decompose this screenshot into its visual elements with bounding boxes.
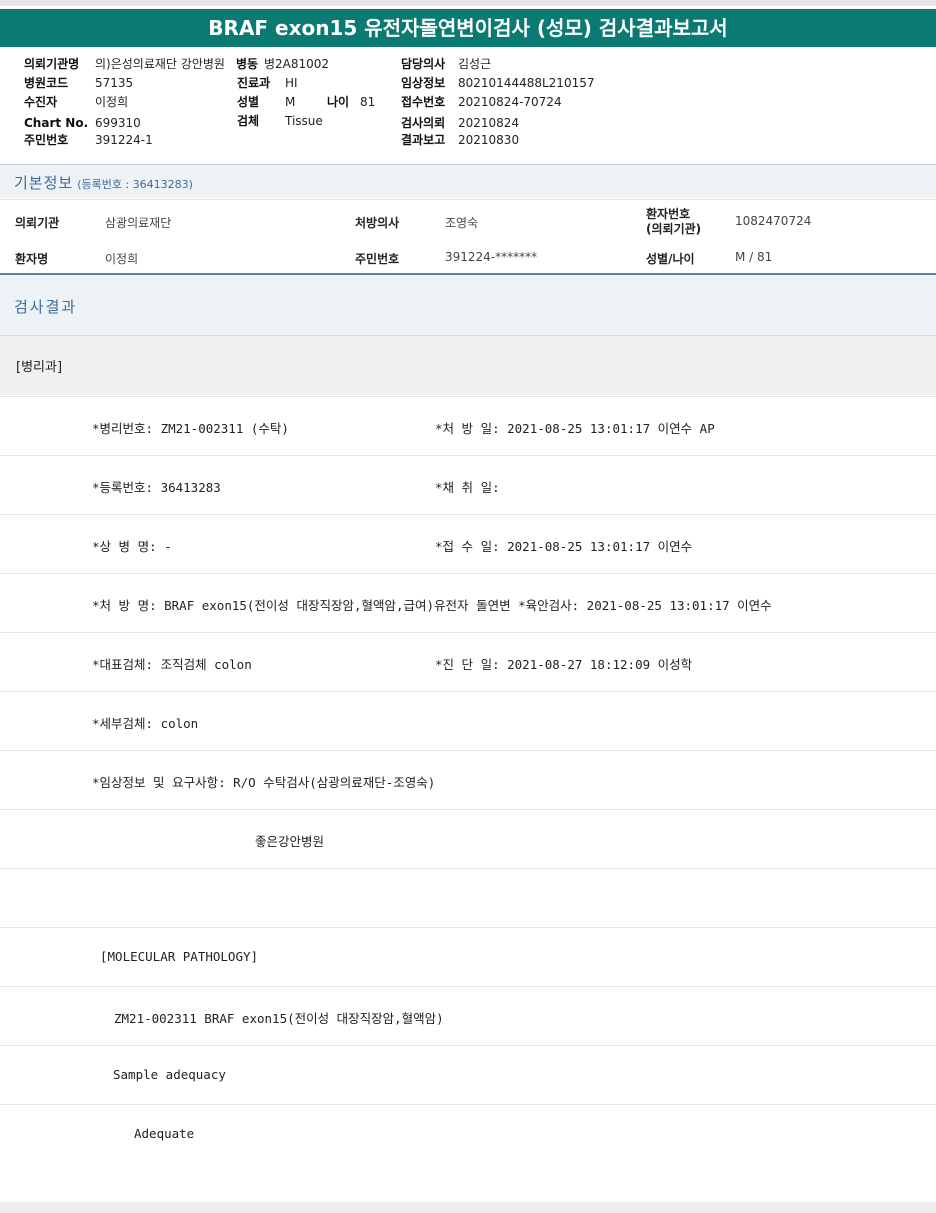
result-right-text: *접 수 일: 2021-08-25 13:01:17 이연수: [435, 539, 693, 554]
result-left-text: *상 병 명: -: [92, 539, 172, 554]
test-req-label: 검사의뢰: [401, 116, 446, 130]
sex-value: M: [285, 95, 296, 109]
result-row: *상 병 명: - *접 수 일: 2021-08-25 13:01:17 이연수: [0, 514, 936, 573]
report-date-value: 20210830: [458, 133, 520, 147]
hosp-code-value: 57135: [95, 76, 134, 90]
presc-value: 조영숙: [445, 216, 479, 230]
chart-label: Chart No.: [24, 116, 89, 130]
age-label: 나이: [327, 95, 350, 109]
sexage-label: 성별/나이: [646, 252, 695, 266]
result-row: *등록번호: 36413283 *채 취 일:: [0, 455, 936, 514]
req-org-value: 의)은성의료재단 강안병원: [95, 57, 225, 71]
patient-no-sublabel: (의뢰기관): [646, 222, 702, 236]
result-row: *세부검체: colon: [0, 691, 936, 750]
result-left-text: ZM21-002311 BRAF exon15(전이성 대장직장암,혈액암): [114, 1011, 444, 1026]
req-org-label: 의뢰기관명: [24, 57, 80, 71]
result-left-text: *처 방 명: BRAF exon15(전이성 대장직장암,혈액암,급여)유전자…: [92, 598, 772, 613]
dept-value: HI: [285, 76, 298, 90]
result-row: 좋은강안병원: [0, 809, 936, 868]
result-row: *병리번호: ZM21-002311 (수탁) *처 방 일: 2021-08-2…: [0, 396, 936, 455]
report-title: BRAF exon15 유전자돌연변이검사 (성모) 검사결과보고서: [0, 9, 936, 47]
basic-info-title-text: 기본정보: [14, 174, 74, 192]
result-left-text: *등록번호: 36413283: [92, 480, 221, 495]
sexage-value: M / 81: [735, 250, 773, 264]
result-left-text: *임상정보 및 요구사항: R/O 수탁검사(삼광의료재단-조영숙): [92, 775, 436, 790]
name-label: 환자명: [15, 252, 49, 266]
test-req-value: 20210824: [458, 116, 520, 130]
chart-value: 699310: [95, 116, 141, 130]
age-value: 81: [360, 95, 376, 109]
dept-label: 진료과: [237, 76, 271, 90]
result-row: [MOLECULAR PATHOLOGY]: [0, 927, 936, 986]
patient-label: 수진자: [24, 95, 58, 109]
result-right-text: *진 단 일: 2021-08-27 18:12:09 이성학: [435, 657, 693, 672]
result-row: [0, 868, 936, 927]
results-header: 검사결과: [0, 275, 936, 336]
patient-no-value: 1082470724: [735, 214, 812, 228]
basic-info-row-1: 의뢰기관 삼광의료재단 처방의사 조영숙 환자번호 (의뢰기관) 1082470…: [0, 199, 936, 245]
result-row: *처 방 명: BRAF exon15(전이성 대장직장암,혈액암,급여)유전자…: [0, 573, 936, 632]
report-header: 의뢰기관명 의)은성의료재단 강안병원 병동 병2A81002 담당의사 김성근…: [0, 47, 936, 165]
department-row: [병리과]: [0, 336, 936, 395]
result-row: Adequate: [0, 1104, 936, 1163]
org-label: 의뢰기관: [15, 216, 60, 230]
registration-number: (등록번호 : 36413283): [77, 178, 193, 191]
results-title: 검사결과: [14, 298, 78, 316]
result-left-text: *병리번호: ZM21-002311 (수탁): [92, 421, 289, 436]
basic-info-title: 기본정보 (등록번호 : 36413283): [14, 172, 193, 193]
basic-rrn-label: 주민번호: [355, 252, 400, 266]
department-label: [병리과]: [16, 360, 63, 375]
rrn-value: 391224-1: [95, 133, 153, 147]
result-right-text: *처 방 일: 2021-08-25 13:01:17 이연수 AP: [435, 421, 715, 436]
receipt-value: 20210824-70724: [458, 95, 562, 109]
result-row: ZM21-002311 BRAF exon15(전이성 대장직장암,혈액암): [0, 986, 936, 1045]
basic-info-header: 기본정보 (등록번호 : 36413283): [0, 165, 936, 198]
result-row: *대표검체: 조직검체 colon *진 단 일: 2021-08-27 18:1…: [0, 632, 936, 691]
presc-label: 처방의사: [355, 216, 400, 230]
result-left-text: 좋은강안병원: [255, 834, 325, 849]
patient-value: 이정희: [95, 95, 129, 109]
receipt-label: 접수번호: [401, 95, 446, 109]
result-right-text: *채 취 일:: [435, 480, 500, 495]
org-value: 삼광의료재단: [105, 216, 172, 230]
basic-info-row-2: 환자명 이정희 주민번호 391224-******* 성별/나이 M / 81: [0, 244, 936, 273]
result-left-text: Adequate: [134, 1126, 195, 1141]
ward-label: 병동: [236, 57, 259, 71]
result-left-text: *세부검체: colon: [92, 716, 199, 731]
bottom-border: [0, 1202, 936, 1213]
sex-label: 성별: [237, 95, 260, 109]
report-date-label: 결과보고: [401, 133, 446, 147]
rrn-label: 주민번호: [24, 133, 69, 147]
doctor-value: 김성근: [458, 57, 492, 71]
result-row: Sample adequacy: [0, 1045, 936, 1104]
result-left-text: *대표검체: 조직검체 colon: [92, 657, 252, 672]
specimen-value: Tissue: [285, 114, 323, 128]
result-left-text: [MOLECULAR PATHOLOGY]: [100, 949, 259, 964]
hosp-code-label: 병원코드: [24, 76, 69, 90]
doctor-label: 담당의사: [401, 57, 446, 71]
top-border: [0, 0, 936, 6]
clinical-label: 임상정보: [401, 76, 446, 90]
ward-value: 병2A81002: [264, 57, 330, 71]
specimen-label: 검체: [237, 114, 260, 128]
clinical-value: 80210144488L210157: [458, 76, 595, 90]
basic-rrn-value: 391224-*******: [445, 250, 538, 264]
name-value: 이정희: [105, 252, 139, 266]
result-left-text: Sample adequacy: [113, 1067, 226, 1082]
result-row: *임상정보 및 요구사항: R/O 수탁검사(삼광의료재단-조영숙): [0, 750, 936, 809]
